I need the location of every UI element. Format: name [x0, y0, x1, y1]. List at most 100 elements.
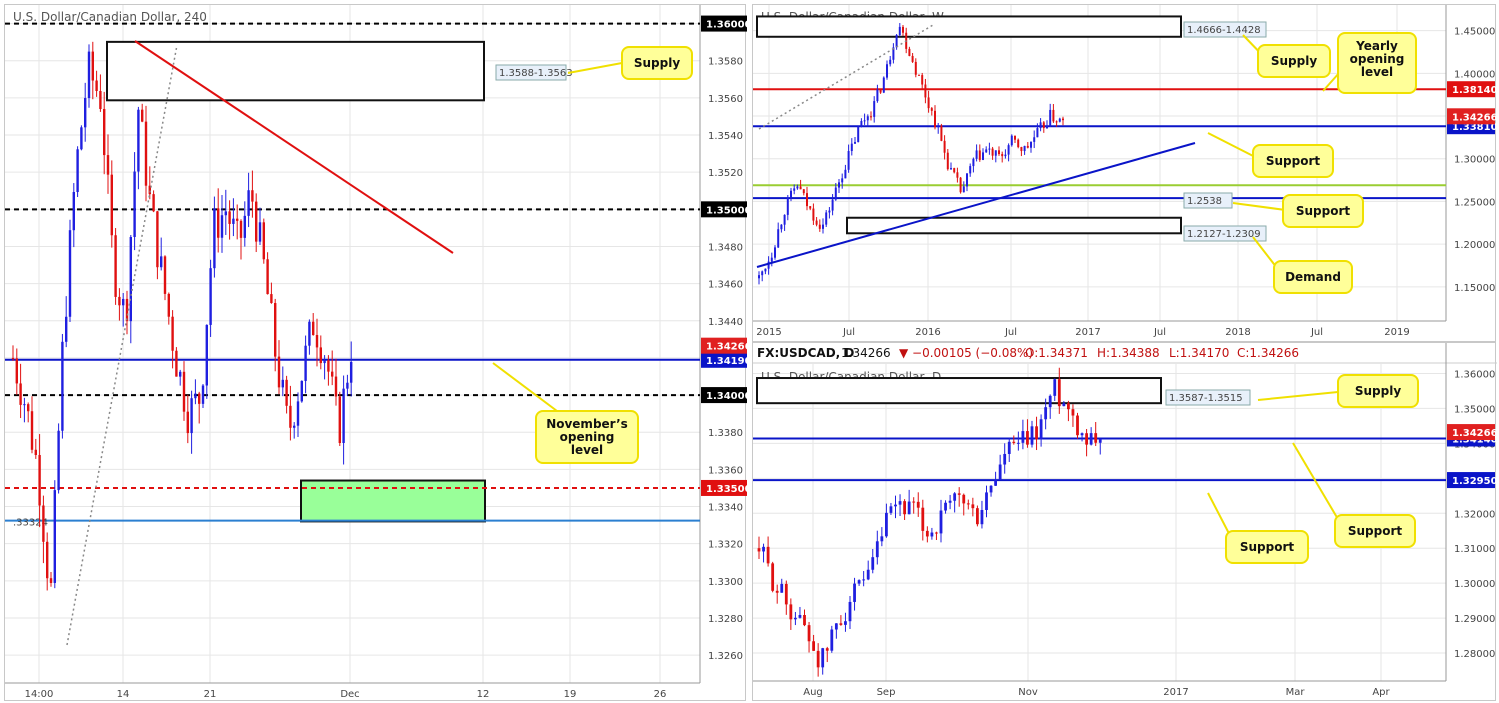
chart-4h-panel[interactable]: 1.3260 1.3280 1.3300 1.3320 1.3340 1.3360 1.33…: [4, 4, 747, 702]
y-tick-label: 1.3260: [708, 651, 743, 662]
weekly-support-tag-label: 1.2538: [1187, 196, 1222, 207]
candle-body: [122, 298, 125, 306]
candle-body: [991, 148, 994, 156]
y-tick-label: 1.3360: [708, 465, 743, 476]
candle-body: [796, 186, 799, 189]
x-tick-label: 14:00: [25, 689, 54, 700]
candle-body: [209, 268, 212, 325]
candle-body: [141, 109, 144, 122]
level-tag-label: 1.34190: [706, 356, 747, 367]
chart-title: U.S. Dollar/Canadian Dollar, 240: [13, 10, 207, 24]
candle-body: [1007, 145, 1010, 155]
candle-body: [902, 26, 904, 33]
candle-body: [908, 48, 911, 56]
candle-body: [232, 218, 235, 224]
candle-body: [266, 259, 269, 295]
candle-body: [894, 504, 897, 507]
candle-body: [255, 201, 258, 242]
candle-body: [1030, 141, 1032, 148]
y-tick-label: 1.28000: [1454, 649, 1495, 660]
candle-body: [775, 590, 779, 593]
candle-body: [866, 116, 869, 121]
candle-body: [962, 186, 965, 193]
candle-body: [889, 506, 893, 513]
candle-body: [876, 89, 879, 102]
y-tick-label: 1.3580: [708, 57, 743, 68]
chart-daily[interactable]: FX:USDCAD, D1.34266 ▼ −0.00105 (−0.08%)O:…: [753, 343, 1497, 702]
y-tick-label: 1.3340: [708, 503, 743, 514]
candle-body: [243, 215, 246, 238]
candle-body: [994, 479, 997, 486]
candle-body: [312, 321, 315, 335]
supply-callout-text: Supply: [634, 56, 680, 70]
candle-body: [998, 150, 1000, 155]
level-tag-label: 1.33500: [706, 484, 747, 495]
x-tick-label: Dec: [340, 689, 359, 700]
candle-body: [1020, 147, 1023, 152]
candle-body: [1071, 409, 1075, 416]
candle-body: [1080, 433, 1084, 436]
chart-weekly-panel[interactable]: 1.150001.200001.250001.300001.350001.400…: [752, 4, 1497, 343]
weekly-demand-zone: [846, 216, 1182, 235]
candle-body: [23, 404, 26, 406]
candle-body: [334, 376, 338, 397]
candle-body: [969, 166, 972, 174]
y-tick-label: 1.3540: [708, 131, 743, 142]
candle-body: [943, 140, 946, 153]
candle-body: [937, 125, 940, 128]
candle-body: [882, 77, 885, 93]
x-tick-label: 21: [204, 689, 217, 700]
candle-body: [205, 324, 208, 386]
candle-body: [1001, 154, 1004, 157]
chart-4h[interactable]: 1.3260 1.3280 1.3300 1.3320 1.3340 1.3360 1.33…: [5, 5, 747, 702]
candle-body: [57, 430, 60, 491]
candle-body: [1030, 426, 1034, 445]
candle-body: [1039, 122, 1042, 129]
weekly-supply-range-label: 1.4666-1.4428: [1187, 25, 1261, 36]
candle-body: [167, 293, 170, 317]
chart-daily-panel[interactable]: FX:USDCAD, D 1.34266 ▼ −0.00105 (−0.08%) O:…: [752, 342, 1497, 702]
candle-body: [144, 121, 148, 186]
candle-body: [770, 257, 773, 262]
candle-body: [939, 510, 943, 534]
x-tick-label: Jul: [1153, 327, 1166, 338]
level-tag-label: 1.36000: [706, 20, 747, 31]
x-tick-label: Nov: [1018, 687, 1038, 698]
candle-body: [985, 149, 988, 153]
candle-body: [224, 211, 227, 216]
weekly-supply-callout-text: Supply: [1271, 54, 1317, 68]
candle-body: [924, 84, 927, 98]
candle-body: [789, 604, 793, 620]
candle-body: [300, 380, 303, 402]
candle-body: [927, 97, 930, 109]
supply-range-label: 1.3588-1.3563: [499, 68, 573, 79]
candle-body: [921, 507, 925, 531]
daily-price-tag-label: 1.34266: [1452, 428, 1497, 439]
candle-body: [834, 623, 838, 630]
chart-weekly[interactable]: 1.150001.200001.250001.300001.350001.400…: [753, 5, 1497, 343]
candle-body: [798, 614, 802, 618]
candle-body: [99, 90, 102, 109]
candle-body: [862, 579, 866, 581]
candle-body: [825, 648, 829, 651]
x-tick-label: 2015: [756, 327, 781, 338]
candle-body: [879, 89, 882, 93]
ohlc-change: ▼ −0.00105 (−0.08%): [899, 346, 1033, 360]
candle-body: [342, 388, 345, 444]
ohlc-symbol: FX:USDCAD, D: [757, 346, 854, 360]
candle-body: [239, 220, 243, 238]
candle-body: [844, 169, 847, 179]
candle-body: [308, 321, 311, 346]
candle-body: [948, 500, 952, 503]
y-tick-label: 1.30000: [1454, 155, 1495, 166]
candle-body: [1035, 426, 1038, 440]
candle-body: [771, 563, 775, 591]
candle-body: [262, 222, 265, 260]
candle-body: [327, 360, 330, 372]
candle-body: [934, 110, 936, 128]
level-tag-label: 1.35000: [706, 205, 747, 216]
candle-body: [1052, 109, 1055, 122]
y-tick-label: 1.3560: [708, 94, 743, 105]
candle-body: [274, 303, 277, 357]
candle-body: [966, 173, 968, 187]
